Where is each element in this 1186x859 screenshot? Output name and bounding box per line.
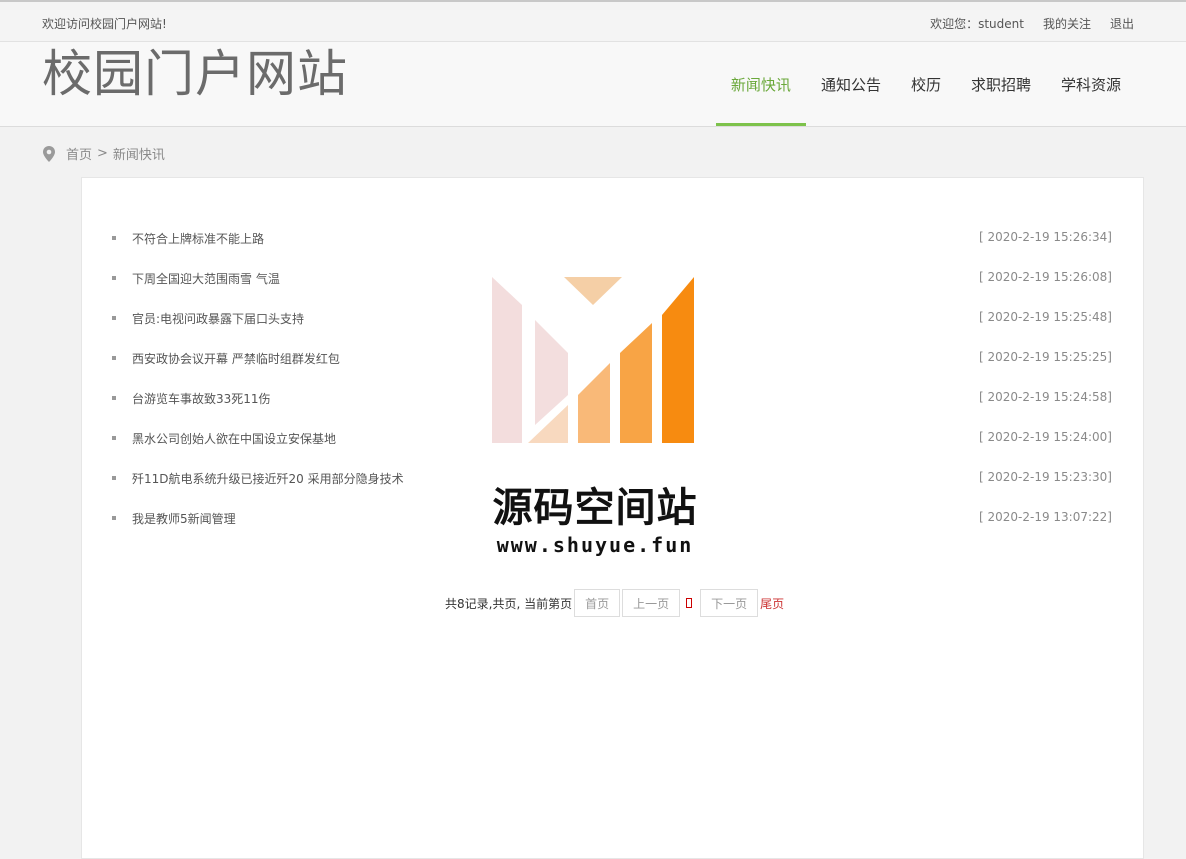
- nav-item-news[interactable]: 新闻快讯: [715, 42, 806, 126]
- news-time: [ 2020-2-19 15:24:00]: [979, 430, 1112, 444]
- news-time: [ 2020-2-19 15:25:48]: [979, 310, 1112, 324]
- pagination: 共8记录,共页, 当前第页 首页 上一页 下一页 尾页: [445, 589, 784, 617]
- main-nav: 新闻快讯 通知公告 校历 求职招聘 学科资源: [715, 42, 1136, 126]
- list-item: 我是教师5新闻管理 [ 2020-2-19 13:07:22]: [112, 508, 1112, 548]
- pagination-summary: 共8记录,共页, 当前第页: [445, 596, 573, 611]
- list-item: 官员:电视问政暴露下届口头支持 [ 2020-2-19 15:25:48]: [112, 308, 1112, 348]
- news-title-link[interactable]: 不符合上牌标准不能上路: [132, 230, 264, 247]
- news-list: 不符合上牌标准不能上路 [ 2020-2-19 15:26:34] 下周全国迎大范…: [112, 228, 1112, 548]
- welcome-text: 欢迎访问校园门户网站!: [42, 17, 167, 31]
- news-title-link[interactable]: 歼11D航电系统升级已接近歼20 采用部分隐身技术: [132, 470, 404, 487]
- news-time: [ 2020-2-19 15:25:25]: [979, 350, 1112, 364]
- list-item: 不符合上牌标准不能上路 [ 2020-2-19 15:26:34]: [112, 228, 1112, 268]
- news-title-link[interactable]: 黑水公司创始人欲在中国设立安保基地: [132, 430, 336, 447]
- breadcrumb: 首页 > 新闻快讯: [42, 144, 165, 163]
- breadcrumb-home[interactable]: 首页: [66, 144, 92, 163]
- logout-link[interactable]: 退出: [1110, 15, 1134, 32]
- page-number-box[interactable]: [686, 598, 693, 608]
- prev-page-button[interactable]: 上一页: [622, 589, 681, 617]
- news-title-link[interactable]: 西安政协会议开幕 严禁临时组群发红包: [132, 350, 340, 367]
- last-page-link[interactable]: 尾页: [760, 595, 784, 612]
- site-header: 校园门户网站 新闻快讯 通知公告 校历 求职招聘 学科资源: [0, 42, 1186, 127]
- nav-item-jobs[interactable]: 求职招聘: [956, 42, 1046, 126]
- news-title-link[interactable]: 台游览车事故致33死11伤: [132, 390, 271, 407]
- bullet: [112, 516, 116, 520]
- bullet: [112, 316, 116, 320]
- bullet: [112, 356, 116, 360]
- bullet: [112, 236, 116, 240]
- breadcrumb-current: 新闻快讯: [112, 148, 165, 163]
- news-time: [ 2020-2-19 15:26:08]: [979, 270, 1112, 284]
- news-panel: 不符合上牌标准不能上路 [ 2020-2-19 15:26:34] 下周全国迎大范…: [81, 177, 1144, 859]
- nav-item-notices[interactable]: 通知公告: [806, 42, 896, 126]
- news-title-link[interactable]: 下周全国迎大范围雨雪 气温: [132, 270, 280, 287]
- list-item: 黑水公司创始人欲在中国设立安保基地 [ 2020-2-19 15:24:00]: [112, 428, 1112, 468]
- nav-item-resources[interactable]: 学科资源: [1046, 42, 1136, 126]
- bullet: [112, 276, 116, 280]
- bullet: [112, 476, 116, 480]
- news-time: [ 2020-2-19 15:26:34]: [979, 230, 1112, 244]
- news-time: [ 2020-2-19 15:24:58]: [979, 390, 1112, 404]
- user-greeting: 欢迎您：student: [930, 17, 1024, 31]
- news-title-link[interactable]: 我是教师5新闻管理: [132, 510, 236, 527]
- my-follow-link[interactable]: 我的关注: [1043, 15, 1091, 32]
- breadcrumb-separator: >: [97, 146, 108, 161]
- bullet: [112, 396, 116, 400]
- list-item: 台游览车事故致33死11伤 [ 2020-2-19 15:24:58]: [112, 388, 1112, 428]
- news-title-link[interactable]: 官员:电视问政暴露下届口头支持: [132, 310, 304, 327]
- user-links: 欢迎您：student 我的关注 退出: [930, 15, 1134, 32]
- nav-item-calendar[interactable]: 校历: [896, 42, 956, 126]
- first-page-button[interactable]: 首页: [574, 589, 621, 617]
- location-pin-icon: [43, 145, 55, 162]
- list-item: 歼11D航电系统升级已接近歼20 采用部分隐身技术 [ 2020-2-19 15:…: [112, 468, 1112, 508]
- site-title[interactable]: 校园门户网站: [42, 44, 348, 104]
- top-bar: 欢迎访问校园门户网站! 欢迎您：student 我的关注 退出: [0, 2, 1186, 42]
- list-item: 下周全国迎大范围雨雪 气温 [ 2020-2-19 15:26:08]: [112, 268, 1112, 308]
- bullet: [112, 436, 116, 440]
- next-page-button[interactable]: 下一页: [700, 589, 759, 617]
- news-time: [ 2020-2-19 13:07:22]: [979, 510, 1112, 524]
- list-item: 西安政协会议开幕 严禁临时组群发红包 [ 2020-2-19 15:25:25]: [112, 348, 1112, 388]
- news-time: [ 2020-2-19 15:23:30]: [979, 470, 1112, 484]
